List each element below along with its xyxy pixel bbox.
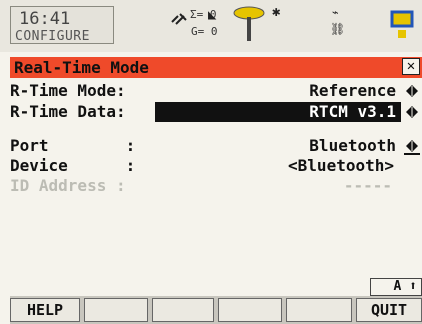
id-address-row: ID Address : ----- [10, 176, 422, 196]
list-selector-icon[interactable] [404, 139, 420, 155]
id-address-value: ----- [343, 176, 392, 195]
rtime-mode-row[interactable]: R-Time Mode: Reference [10, 81, 422, 101]
status-bar: 16:41 CONFIGURE Σ= 0 G= 0 ◣ ✱ ⌁ ⛓ [0, 0, 422, 52]
caps-indicator: A ⬆ [370, 278, 422, 296]
clock-time: 16:41 [19, 9, 71, 29]
dialog-title-bar: Real-Time Mode ✕ [10, 57, 422, 78]
port-value[interactable]: Bluetooth [309, 136, 396, 156]
id-address-label: ID Address : [10, 176, 126, 195]
rtime-data-label: R-Time Data: [10, 102, 126, 121]
port-row[interactable]: Port : Bluetooth [10, 136, 422, 156]
rtime-mode-value[interactable]: Reference [309, 81, 396, 101]
close-icon: ✕ [406, 58, 416, 74]
page-title: Real-Time Mode [14, 58, 149, 77]
link-icon: ⌁ [332, 6, 339, 19]
f4-button[interactable] [218, 298, 282, 322]
f5-button[interactable] [286, 298, 352, 322]
rtime-data-value[interactable]: RTCM v3.1 [309, 102, 396, 122]
f2-button[interactable] [84, 298, 148, 322]
device-screen: 16:41 CONFIGURE Σ= 0 G= 0 ◣ ✱ ⌁ ⛓ Real-T… [0, 0, 422, 324]
satellite-icon [171, 13, 187, 25]
quit-button[interactable]: QUIT [356, 298, 422, 322]
help-button[interactable]: HELP [10, 298, 80, 322]
battery-icon [390, 10, 414, 38]
port-label: Port : [10, 136, 136, 155]
position-arrow-icon: ◣ [208, 7, 217, 23]
network-icon: ⛓ [330, 22, 346, 36]
device-label: Device : [10, 156, 136, 175]
bluetooth-icon: ✱ [272, 4, 281, 20]
clock-panel: 16:41 CONFIGURE [10, 6, 114, 44]
mode-label: CONFIGURE [15, 29, 90, 44]
list-selector-icon[interactable] [404, 84, 420, 98]
list-selector-icon[interactable] [404, 105, 420, 119]
rtime-mode-label: R-Time Mode: [10, 81, 126, 100]
satellite-count-gps: G= 0 [191, 25, 218, 38]
rtime-data-row[interactable]: R-Time Data: RTCM v3.1 [10, 102, 422, 122]
f3-button[interactable] [152, 298, 214, 322]
device-row[interactable]: Device : <Bluetooth> [10, 156, 422, 176]
device-value[interactable]: <Bluetooth> [288, 156, 394, 176]
function-key-bar: HELP QUIT [10, 296, 422, 324]
close-button[interactable]: ✕ [402, 58, 420, 75]
antenna-icon [233, 6, 265, 41]
